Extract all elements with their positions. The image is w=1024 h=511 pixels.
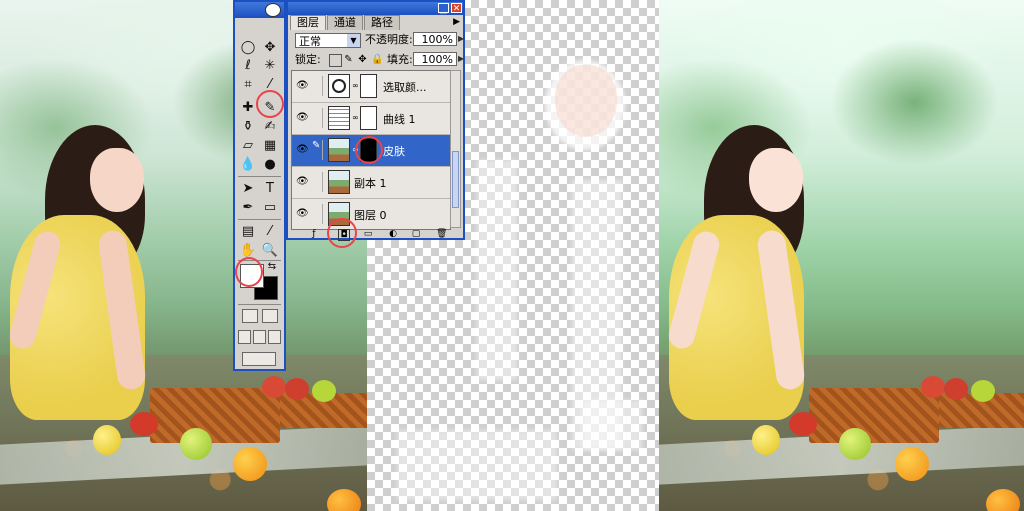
layer-row[interactable]: 👁 ∞ 曲线 1: [292, 103, 450, 135]
lasso-tool-icon[interactable]: ℓ: [238, 56, 258, 74]
clone-stamp-icon[interactable]: ⚱: [238, 117, 258, 135]
new-layer-icon[interactable]: ▢: [411, 229, 421, 239]
lock-position-icon[interactable]: ✥: [357, 54, 368, 65]
history-brush-icon[interactable]: ✍: [260, 117, 280, 135]
layer-name: 副本 1: [354, 177, 387, 190]
layer-link-box[interactable]: [312, 108, 323, 128]
green-apple: [180, 428, 212, 460]
swap-colors-icon[interactable]: ⇆: [265, 260, 279, 272]
layer-row[interactable]: 👁 图层 0: [292, 199, 450, 229]
layer-mask-thumb[interactable]: [360, 74, 377, 98]
zoom-tool-icon[interactable]: 🔍: [260, 241, 280, 259]
fill-input[interactable]: 100%: [413, 52, 457, 66]
link-chain-icon: ∞: [352, 81, 359, 90]
panel-tabs: 图层 通道 路径: [290, 15, 401, 30]
highlight-circle-brush: [256, 90, 284, 118]
tab-channels[interactable]: 通道: [327, 15, 363, 30]
new-set-icon[interactable]: ▭: [363, 229, 373, 239]
layers-bottom-toolbar: ƒ ◘ ▭ ◐ ▢ 🗑: [291, 229, 460, 241]
opacity-slider-arrow-icon[interactable]: ▶: [458, 32, 467, 46]
screen-mode-standard-button[interactable]: [238, 330, 251, 344]
fill-slider-arrow-icon[interactable]: ▶: [458, 52, 467, 66]
orange: [233, 447, 267, 481]
layers-panel: ▁ ✕ 图层 通道 路径 ▶ 正常 ▼ 不透明度: 100% ▶ 锁定: ✎ ✥…: [286, 0, 467, 241]
visibility-eye-icon[interactable]: 👁: [296, 208, 309, 219]
lock-all-icon[interactable]: 🔒: [371, 54, 383, 65]
quick-mask-button[interactable]: [262, 309, 278, 323]
curves-thumb: [328, 106, 350, 130]
scrollbar-thumb[interactable]: [452, 151, 459, 208]
layer-thumb: [328, 138, 350, 162]
gradient-tool-icon[interactable]: ▦: [260, 136, 280, 154]
minimize-button[interactable]: ▁: [438, 3, 449, 14]
blur-tool-icon[interactable]: 💧: [238, 155, 258, 173]
photoshop-eye-icon[interactable]: [265, 3, 281, 17]
trash-icon[interactable]: 🗑: [436, 229, 447, 239]
notes-tool-icon[interactable]: ▤: [238, 222, 258, 240]
lock-pixels-icon[interactable]: ✎: [343, 54, 354, 65]
opacity-input[interactable]: 100%: [413, 32, 457, 46]
face: [90, 148, 144, 212]
shape-tool-icon[interactable]: ▭: [260, 198, 280, 216]
tab-paths[interactable]: 路径: [364, 15, 400, 30]
highlight-circle-add-mask: [327, 218, 357, 248]
highlight-circle-color: [235, 257, 263, 287]
visibility-eye-icon[interactable]: 👁: [296, 112, 309, 123]
brush-link-icon[interactable]: ✎: [312, 140, 323, 160]
layer-name: 选取颜...: [383, 81, 427, 94]
panel-menu-icon[interactable]: ▶: [453, 17, 460, 27]
tab-layers[interactable]: 图层: [290, 15, 326, 30]
opacity-label: 不透明度:: [365, 33, 413, 46]
crop-tool-icon[interactable]: ⌗: [238, 75, 258, 93]
layer-name: 曲线 1: [383, 113, 416, 126]
lock-label: 锁定:: [295, 53, 321, 66]
visibility-eye-icon[interactable]: 👁: [296, 176, 309, 187]
screen-mode-full-button[interactable]: [268, 330, 281, 344]
layers-scrollbar[interactable]: [450, 70, 461, 228]
link-chain-icon: ∞: [352, 113, 359, 122]
standard-mode-button[interactable]: [242, 309, 258, 323]
layer-row[interactable]: 👁 ∞ 选取颜...: [292, 71, 450, 103]
dodge-tool-icon[interactable]: ●: [260, 155, 280, 173]
layer-link-box[interactable]: [312, 204, 323, 224]
magic-wand-icon[interactable]: ✳: [260, 56, 280, 74]
close-button[interactable]: ✕: [451, 3, 462, 14]
layer-mask-thumb[interactable]: [360, 106, 377, 130]
path-select-icon[interactable]: ➤: [238, 179, 258, 197]
adjustment-layer-icon[interactable]: ◐: [388, 229, 398, 239]
toolbox-panel: ◯ ✥ ℓ ✳ ⌗ ⁄ ✚ ✎ ⚱ ✍ ▱ ▦ 💧 ● ➤ T ✒ ▭ ▤ ⁄ …: [233, 0, 286, 371]
layer-link-box[interactable]: [312, 76, 323, 96]
eyedropper-icon[interactable]: ⁄: [260, 222, 280, 240]
layers-titlebar[interactable]: ▁ ✕: [288, 2, 463, 15]
pen-tool-icon[interactable]: ✒: [238, 198, 258, 216]
jump-to-imageready-button[interactable]: [242, 352, 276, 366]
blend-mode-select[interactable]: 正常 ▼: [295, 33, 361, 48]
move-tool-icon[interactable]: ✥: [260, 38, 280, 56]
toolbox-titlebar[interactable]: [235, 2, 284, 18]
visibility-eye-icon[interactable]: 👁: [296, 144, 309, 155]
layer-style-icon[interactable]: ƒ: [309, 229, 319, 239]
fruit-basket: [150, 388, 280, 443]
result-photo: [659, 0, 1024, 511]
eraser-tool-icon[interactable]: ▱: [238, 136, 258, 154]
type-tool-icon[interactable]: T: [260, 179, 280, 197]
chevron-down-icon: ▼: [347, 34, 360, 47]
marquee-tool-icon[interactable]: ◯: [238, 38, 258, 56]
layer-row[interactable]: 👁 副本 1: [292, 167, 450, 199]
layer-thumb: [328, 170, 350, 194]
healing-brush-icon[interactable]: ✚: [238, 98, 258, 116]
screen-mode-menubar-button[interactable]: [253, 330, 266, 344]
layer-name: 皮肤: [383, 145, 405, 158]
visibility-eye-icon[interactable]: 👁: [296, 80, 309, 91]
layer-name: 图层 0: [354, 209, 387, 222]
highlight-circle-mask: [355, 136, 383, 164]
layer-link-box[interactable]: [312, 172, 323, 192]
selective-color-thumb: [328, 74, 350, 98]
lock-transparency-icon[interactable]: [329, 54, 342, 67]
fill-label: 填充:: [387, 53, 413, 66]
blend-mode-value: 正常: [299, 35, 321, 48]
